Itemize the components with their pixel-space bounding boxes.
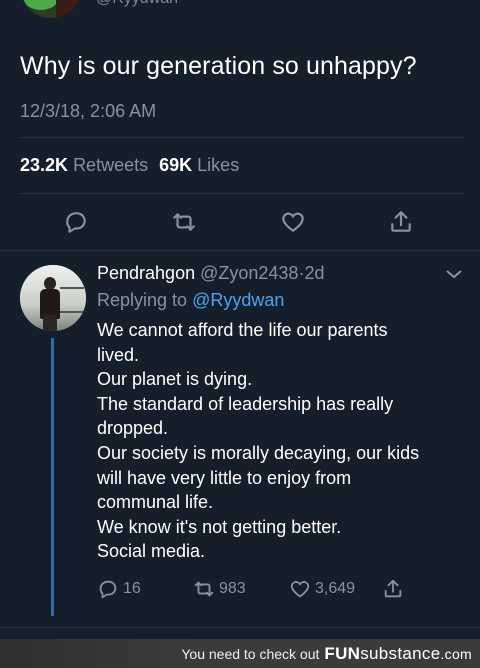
author-avatar[interactable] [20,0,82,18]
replying-prefix: Replying to [97,290,188,310]
retweet-icon[interactable] [169,207,199,237]
retweets-label[interactable]: Retweets [73,155,148,175]
brand-suffix: .com [440,645,472,662]
banner-brand: FUNsubstance.com [324,644,472,664]
reply-text: We cannot afford the life our parents li… [97,318,467,564]
tweet-timestamp[interactable]: 12/3/18, 2:06 AM [20,101,156,122]
reply-reply-button[interactable]: 16 [97,576,141,602]
watermark-banner: You need to check out FUNsubstance.com [0,639,480,668]
reply-share-button[interactable] [382,576,404,602]
likes-label[interactable]: Likes [197,155,239,175]
reply-icon[interactable] [61,207,91,237]
brand-rest: substance [360,643,441,663]
banner-text: You need to check out [181,645,320,662]
reply-header: Pendrahgon @Zyon2438·2d [97,263,324,284]
retweet-count: 983 [219,580,246,597]
reply-line: We cannot afford the life our parents [97,320,388,340]
tweet-actions [0,207,480,237]
share-icon[interactable] [386,207,416,237]
reply-time[interactable]: 2d [304,263,324,283]
retweets-count[interactable]: 23.2K [20,155,68,175]
reply-line: Social media. [97,541,206,562]
share-icon [384,579,402,598]
reply-retweet-button[interactable]: 983 [193,576,246,602]
reply-actions: 16 983 3,649 [0,576,480,602]
reply-avatar[interactable] [20,265,86,331]
reply-line: lived. [97,344,140,365]
reply-count: 16 [123,580,141,597]
tweet-stats: 23.2K Retweets 69K Likes [20,155,239,176]
like-count: 3,649 [315,580,356,597]
author-handle[interactable]: @Ryydwan [96,0,178,8]
reply-author-name[interactable]: Pendrahgon [97,263,195,283]
divider [20,193,464,194]
reply-line: We know it's not getting better. [97,516,342,537]
replying-to: Replying to @Ryydwan [97,290,284,311]
reply-line: will have very little to enjoy from [97,467,352,488]
avatar-shape [60,287,84,313]
brand-bold: FUN [324,643,361,663]
reply-author-handle[interactable]: @Zyon2438 [200,263,298,283]
avatar-shape [56,0,82,18]
divider [20,137,464,138]
reply-line: The standard of leadership has really [97,393,394,414]
like-icon [290,581,310,598]
reply-icon [99,580,117,599]
avatar-shape [43,315,57,331]
thread-line [51,338,54,616]
reply-line: Our planet is dying. [97,369,253,390]
reply-line: Our society is morally decaying, our kid… [97,442,420,463]
avatar-shape [24,0,58,10]
tweet-text: Why is our generation so unhappy? [20,52,417,80]
divider [0,250,480,251]
retweet-icon [194,581,214,597]
divider [0,627,480,628]
chevron-down-icon[interactable] [444,266,464,282]
reply-line: communal life. [97,492,214,513]
like-icon[interactable] [278,207,308,237]
replying-handle-link[interactable]: @Ryydwan [192,290,284,310]
reply-like-button[interactable]: 3,649 [289,576,355,602]
likes-count[interactable]: 69K [159,155,192,175]
reply-line: dropped. [97,418,169,439]
